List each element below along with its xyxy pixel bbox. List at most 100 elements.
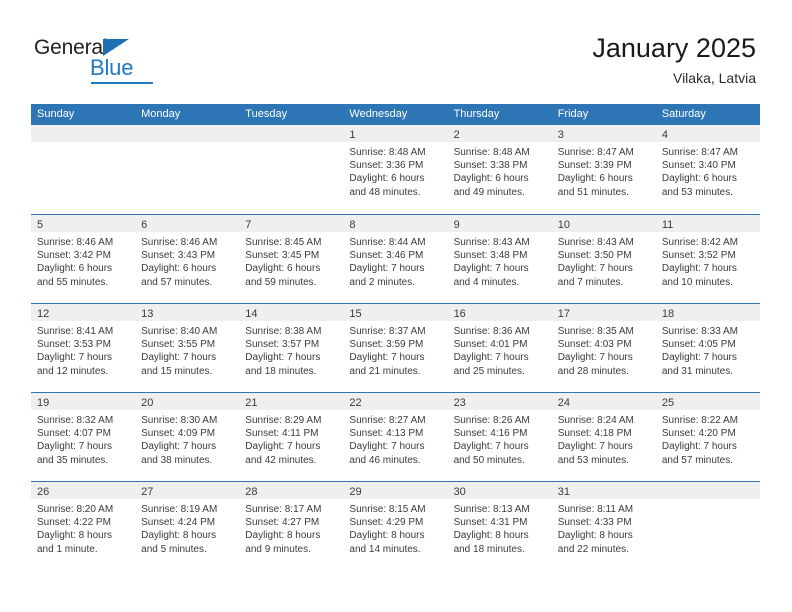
calendar-day-cell[interactable]: 5 Sunrise: 8:46 AM Sunset: 3:42 PM Daylight…	[31, 215, 136, 303]
day-number: 22	[349, 397, 362, 409]
day-number-strip: 25	[655, 393, 760, 410]
day-detail-line: Sunrise: 8:35 AM	[557, 326, 634, 337]
calendar-day-cell[interactable]: 28 Sunrise: 8:17 AM Sunset: 4:27 PM Dayligh…	[239, 482, 344, 570]
calendar-day-cell[interactable]: 10 Sunrise: 8:43 AM Sunset: 3:50 PM Dayligh…	[551, 215, 656, 303]
calendar-day-cell[interactable]: 6 Sunrise: 8:46 AM Sunset: 3:43 PM Daylight…	[135, 215, 240, 303]
calendar-day-cell[interactable]: 12 Sunrise: 8:41 AM Sunset: 3:53 PM Dayligh…	[31, 304, 136, 392]
calendar-day-cell[interactable]: 14 Sunrise: 8:38 AM Sunset: 3:57 PM Dayligh…	[239, 304, 344, 392]
day-detail-line: Sunset: 4:13 PM	[349, 428, 424, 440]
calendar-day-cell[interactable]: 29 Sunrise: 8:15 AM Sunset: 4:29 PM Dayligh…	[343, 482, 448, 570]
day-number: 28	[245, 486, 258, 498]
day-details: Sunrise: 8:35 AM Sunset: 4:03 PM Daylight:…	[552, 321, 656, 378]
day-detail-line: Sunset: 3:42 PM	[37, 250, 111, 262]
day-number: 14	[245, 308, 258, 320]
calendar-day-cell[interactable]: 13 Sunrise: 8:40 AM Sunset: 3:55 PM Dayligh…	[135, 304, 240, 392]
day-detail-line: Daylight: 7 hours	[37, 441, 113, 453]
day-number-strip: 17	[551, 304, 656, 321]
day-details: Sunrise: 8:48 AM Sunset: 3:38 PM Daylight:…	[448, 142, 552, 199]
day-detail-line: Sunrise: 8:33 AM	[661, 326, 738, 337]
day-detail-line: and 35 minutes.	[37, 454, 109, 466]
day-detail-line: and 10 minutes.	[661, 276, 734, 288]
day-detail-line: Sunrise: 8:43 AM	[557, 237, 634, 248]
day-detail-line: Daylight: 7 hours	[245, 352, 321, 364]
day-detail-line: Daylight: 6 hours	[245, 263, 321, 275]
calendar-day-cell[interactable]: 15 Sunrise: 8:37 AM Sunset: 3:59 PM Dayligh…	[343, 304, 448, 392]
day-details: Sunrise: 8:27 AM Sunset: 4:13 PM Daylight:…	[343, 410, 447, 467]
day-number-strip: 5	[31, 215, 136, 232]
day-details: Sunrise: 8:37 AM Sunset: 3:59 PM Daylight:…	[343, 321, 447, 378]
calendar-day-cell[interactable]: 19 Sunrise: 8:32 AM Sunset: 4:07 PM Dayligh…	[31, 393, 136, 481]
calendar-day-cell[interactable]: 1 Sunrise: 8:48 AM Sunset: 3:36 PM Daylight…	[343, 125, 448, 214]
day-number: 10	[557, 219, 570, 231]
day-details: Sunrise: 8:36 AM Sunset: 4:01 PM Daylight:…	[448, 321, 552, 378]
calendar-empty-cell	[31, 125, 136, 214]
calendar-day-cell[interactable]: 7 Sunrise: 8:45 AM Sunset: 3:45 PM Daylight…	[239, 215, 344, 303]
day-number-strip: 18	[655, 304, 760, 321]
day-detail-line: and 14 minutes.	[349, 543, 421, 555]
day-number-strip	[31, 125, 136, 142]
day-detail-line: and 7 minutes.	[557, 276, 624, 288]
calendar-day-cell[interactable]: 21 Sunrise: 8:29 AM Sunset: 4:11 PM Dayligh…	[239, 393, 344, 481]
calendar-day-cell[interactable]: 22 Sunrise: 8:27 AM Sunset: 4:13 PM Dayligh…	[343, 393, 448, 481]
day-detail-line: Sunrise: 8:22 AM	[661, 415, 738, 426]
day-number: 26	[37, 486, 50, 498]
day-detail-line: Daylight: 7 hours	[661, 263, 737, 275]
day-number-strip: 31	[551, 482, 656, 499]
weekday-header-friday: Friday	[557, 108, 589, 120]
calendar-day-cell[interactable]: 23 Sunrise: 8:26 AM Sunset: 4:16 PM Dayligh…	[447, 393, 552, 481]
day-detail-line: and 4 minutes.	[453, 276, 520, 288]
title-block: January 2025 Vilaka, Latvia	[592, 32, 756, 88]
day-detail-line: and 15 minutes.	[141, 365, 213, 377]
calendar-day-cell[interactable]: 2 Sunrise: 8:48 AM Sunset: 3:38 PM Daylight…	[447, 125, 552, 214]
calendar-day-cell[interactable]: 17 Sunrise: 8:35 AM Sunset: 4:03 PM Dayligh…	[551, 304, 656, 392]
day-detail-line: and 12 minutes.	[37, 365, 109, 377]
calendar-weeks: 1 Sunrise: 8:48 AM Sunset: 3:36 PM Daylight…	[31, 125, 760, 570]
day-details: Sunrise: 8:46 AM Sunset: 3:43 PM Daylight:…	[135, 232, 239, 289]
calendar-day-cell[interactable]: 25 Sunrise: 8:22 AM Sunset: 4:20 PM Dayligh…	[655, 393, 760, 481]
calendar-day-cell[interactable]: 9 Sunrise: 8:43 AM Sunset: 3:48 PM Daylight…	[447, 215, 552, 303]
day-detail-line: Sunrise: 8:36 AM	[453, 326, 530, 337]
calendar-day-cell[interactable]: 26 Sunrise: 8:20 AM Sunset: 4:22 PM Dayligh…	[31, 482, 136, 570]
day-number-strip: 26	[31, 482, 136, 499]
calendar-day-cell[interactable]: 27 Sunrise: 8:19 AM Sunset: 4:24 PM Dayligh…	[135, 482, 240, 570]
day-detail-line: and 21 minutes.	[349, 365, 421, 377]
calendar-day-cell[interactable]: 18 Sunrise: 8:33 AM Sunset: 4:05 PM Dayligh…	[655, 304, 760, 392]
day-detail-line: and 53 minutes.	[661, 186, 734, 198]
day-details: Sunrise: 8:41 AM Sunset: 3:53 PM Daylight:…	[31, 321, 135, 378]
day-details: Sunrise: 8:20 AM Sunset: 4:22 PM Daylight:…	[31, 499, 135, 556]
calendar-day-cell[interactable]: 16 Sunrise: 8:36 AM Sunset: 4:01 PM Dayligh…	[447, 304, 552, 392]
day-number: 11	[661, 219, 674, 231]
day-number-strip: 23	[447, 393, 552, 410]
calendar-day-cell[interactable]: 3 Sunrise: 8:47 AM Sunset: 3:39 PM Daylight…	[551, 125, 656, 214]
day-number-strip: 29	[343, 482, 448, 499]
calendar-day-cell[interactable]: 11 Sunrise: 8:42 AM Sunset: 3:52 PM Dayligh…	[655, 215, 760, 303]
day-detail-line: and 28 minutes.	[557, 365, 629, 377]
page-header: General Blue January 2025 Vilaka, Latvia	[0, 0, 792, 104]
day-detail-line: Daylight: 7 hours	[349, 263, 425, 275]
day-detail-line: and 50 minutes.	[453, 454, 525, 466]
day-details: Sunrise: 8:15 AM Sunset: 4:29 PM Daylight:…	[343, 499, 447, 556]
day-detail-line: Sunrise: 8:29 AM	[245, 415, 322, 426]
day-number-strip: 30	[447, 482, 552, 499]
calendar-day-cell[interactable]: 24 Sunrise: 8:24 AM Sunset: 4:18 PM Dayligh…	[551, 393, 656, 481]
calendar-day-cell[interactable]: 30 Sunrise: 8:13 AM Sunset: 4:31 PM Dayligh…	[447, 482, 552, 570]
day-detail-line: and 57 minutes.	[141, 276, 213, 288]
day-number-strip: 24	[551, 393, 656, 410]
weekday-header-saturday: Saturday	[661, 108, 706, 120]
day-details	[239, 142, 343, 146]
calendar-day-cell[interactable]: 31 Sunrise: 8:11 AM Sunset: 4:33 PM Dayligh…	[551, 482, 656, 570]
day-detail-line: Daylight: 8 hours	[453, 530, 529, 542]
day-detail-line: Sunset: 3:38 PM	[453, 160, 528, 172]
calendar-day-cell[interactable]: 4 Sunrise: 8:47 AM Sunset: 3:40 PM Daylight…	[655, 125, 760, 214]
day-number: 21	[245, 397, 258, 409]
day-detail-line: Sunset: 3:48 PM	[453, 250, 528, 262]
calendar-day-cell[interactable]: 20 Sunrise: 8:30 AM Sunset: 4:09 PM Dayligh…	[135, 393, 240, 481]
day-number: 31	[557, 486, 570, 498]
day-number-strip: 10	[551, 215, 656, 232]
calendar-day-cell[interactable]: 8 Sunrise: 8:44 AM Sunset: 3:46 PM Daylight…	[343, 215, 448, 303]
weekday-header-sunday: Sunday	[37, 108, 75, 120]
day-number-strip: 1	[343, 125, 448, 142]
day-details	[135, 142, 239, 146]
day-detail-line: and 48 minutes.	[349, 186, 421, 198]
day-details: Sunrise: 8:42 AM Sunset: 3:52 PM Daylight:…	[656, 232, 760, 289]
